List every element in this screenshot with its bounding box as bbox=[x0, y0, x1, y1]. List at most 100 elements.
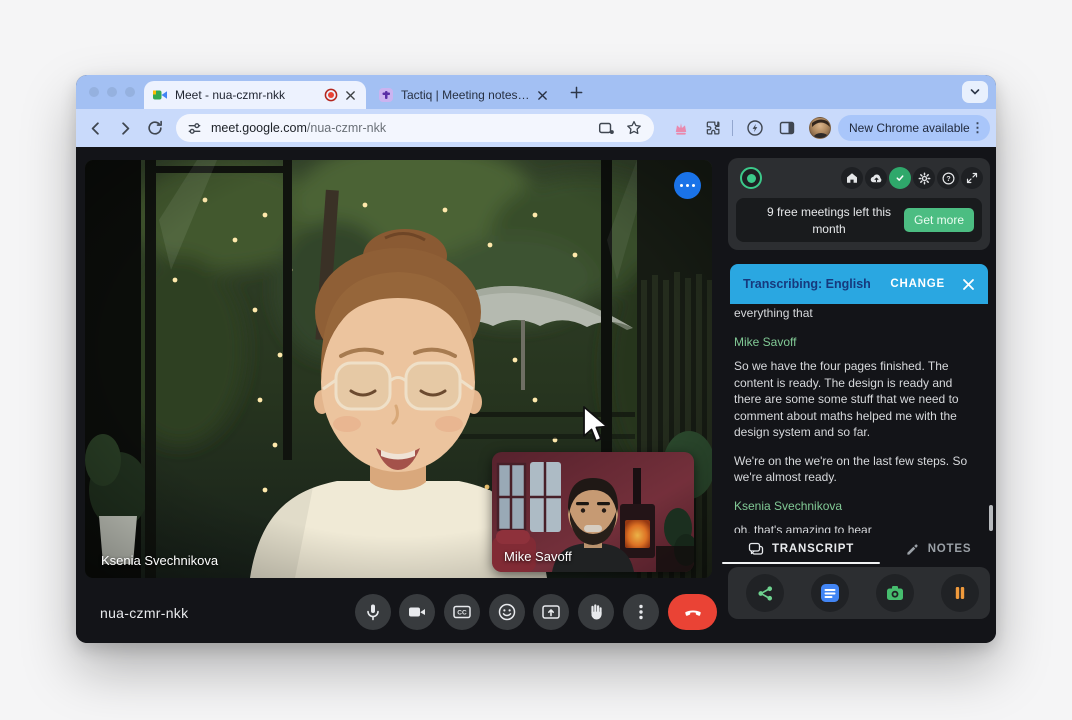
transcript-speaker: Ksenia Svechnikova bbox=[734, 498, 982, 515]
transcribing-banner: Transcribing: English CHANGE bbox=[730, 264, 988, 304]
reactions-button[interactable] bbox=[489, 594, 525, 630]
side-panel-icon[interactable] bbox=[776, 117, 798, 139]
meet-area: Ksenia Svechnikova bbox=[76, 147, 722, 643]
settings-gear-icon[interactable] bbox=[913, 167, 935, 189]
tab-title: Tactiq | Meeting notes powe bbox=[401, 88, 530, 102]
cloud-upload-icon[interactable] bbox=[865, 167, 887, 189]
transcribing-label: Transcribing: English bbox=[743, 277, 871, 291]
pencil-icon bbox=[905, 542, 920, 557]
meet-control-bar: nua-czmr-nkk bbox=[76, 583, 722, 643]
update-chrome-button[interactable]: New Chrome available ⋮ bbox=[838, 115, 990, 141]
transcript-panel[interactable]: everything that Mike Savoff So we have t… bbox=[734, 305, 982, 533]
url-bar[interactable]: meet.google.com/nua-czmr-nkk bbox=[176, 114, 654, 142]
tab-notes[interactable]: NOTES bbox=[880, 535, 996, 563]
raise-hand-icon bbox=[585, 601, 607, 623]
pip-participant-name: Mike Savoff bbox=[504, 549, 572, 564]
transcript-scrollbar[interactable] bbox=[989, 505, 993, 531]
desktop: Meet - nua-czmr-nkk Tactiq | Meeting not… bbox=[0, 0, 1072, 720]
more-options-button[interactable] bbox=[623, 594, 659, 630]
tab-list-chevron-icon[interactable] bbox=[962, 81, 988, 103]
meet-favicon bbox=[152, 87, 168, 103]
pink-extension-icon[interactable] bbox=[670, 117, 692, 139]
tactiq-header-icons: ? bbox=[841, 167, 983, 189]
active-tab-underline bbox=[722, 562, 880, 564]
forward-icon[interactable] bbox=[114, 117, 136, 139]
screenshot-button[interactable] bbox=[876, 574, 914, 612]
present-button[interactable] bbox=[533, 594, 569, 630]
site-tune-icon[interactable] bbox=[186, 120, 203, 137]
main-video-tile: Ksenia Svechnikova bbox=[85, 160, 712, 578]
tab-title: Meet - nua-czmr-nkk bbox=[175, 88, 318, 102]
browser-window: Meet - nua-czmr-nkk Tactiq | Meeting not… bbox=[76, 75, 996, 643]
transcript-message: We're on the we're on the last few steps… bbox=[734, 453, 982, 486]
shield-check-icon[interactable] bbox=[889, 167, 911, 189]
expand-icon[interactable] bbox=[961, 167, 983, 189]
zoom-window-button[interactable] bbox=[125, 87, 135, 97]
notes-doc-button[interactable] bbox=[811, 574, 849, 612]
update-chrome-label: New Chrome available bbox=[849, 121, 970, 135]
transcript-message: oh, that's amazing to hear bbox=[734, 522, 982, 533]
chat-bubbles-icon bbox=[748, 541, 764, 557]
new-tab-icon[interactable] bbox=[568, 84, 585, 101]
page-content: Ksenia Svechnikova bbox=[76, 147, 996, 643]
tab-transcript-label: TRANSCRIPT bbox=[772, 543, 854, 555]
tactiq-header-panel: ? 9 free meetings left this month Get mo… bbox=[728, 158, 990, 250]
browser-menu-icon[interactable]: ⋮ bbox=[971, 120, 984, 136]
get-more-button[interactable]: Get more bbox=[904, 208, 974, 232]
tab-transcript[interactable]: TRANSCRIPT bbox=[722, 535, 880, 563]
url-text[interactable]: meet.google.com/nua-czmr-nkk bbox=[211, 121, 386, 135]
end-call-button[interactable] bbox=[668, 594, 717, 630]
help-icon[interactable]: ? bbox=[937, 167, 959, 189]
end-call-icon bbox=[682, 601, 704, 623]
more-vert-icon bbox=[630, 601, 652, 623]
transcript-message: So we have the four pages finished. The … bbox=[734, 358, 982, 441]
close-tab-icon[interactable] bbox=[535, 88, 550, 103]
tab-capture-icon[interactable] bbox=[596, 118, 616, 138]
close-banner-icon[interactable] bbox=[961, 277, 975, 291]
sidebar-action-bar bbox=[728, 567, 990, 619]
toolbar-divider bbox=[732, 120, 733, 136]
minimize-window-button[interactable] bbox=[107, 87, 117, 97]
close-window-button[interactable] bbox=[89, 87, 99, 97]
sidebar-tabs: TRANSCRIPT NOTES bbox=[722, 535, 996, 563]
main-participant-name: Ksenia Svechnikova bbox=[101, 553, 218, 568]
back-icon[interactable] bbox=[84, 117, 106, 139]
tab-tactiq[interactable]: Tactiq | Meeting notes powe bbox=[370, 81, 558, 109]
present-icon bbox=[540, 601, 562, 623]
reload-icon[interactable] bbox=[144, 117, 166, 139]
videocam-icon bbox=[406, 601, 428, 623]
mic-button[interactable] bbox=[355, 594, 391, 630]
screenshot-camera-icon bbox=[885, 583, 905, 603]
change-language-button[interactable]: CHANGE bbox=[890, 278, 945, 290]
tactiq-sidebar: ? 9 free meetings left this month Get mo… bbox=[722, 147, 996, 643]
share-button[interactable] bbox=[746, 574, 784, 612]
home-icon[interactable] bbox=[841, 167, 863, 189]
tab-strip: Meet - nua-czmr-nkk Tactiq | Meeting not… bbox=[76, 75, 996, 109]
url-path: /nua-czmr-nkk bbox=[307, 121, 386, 135]
tab-notes-label: NOTES bbox=[928, 543, 972, 555]
pause-icon bbox=[950, 583, 970, 603]
pause-button[interactable] bbox=[941, 574, 979, 612]
doc-icon bbox=[819, 582, 841, 604]
extensions-puzzle-icon[interactable] bbox=[702, 117, 724, 139]
url-domain: meet.google.com bbox=[211, 121, 307, 135]
transcript-message: everything that bbox=[734, 305, 982, 322]
pip-video-tile[interactable]: Mike Savoff bbox=[492, 452, 694, 572]
free-meetings-banner: 9 free meetings left this month Get more bbox=[736, 198, 982, 242]
free-meetings-text: 9 free meetings left this month bbox=[750, 204, 908, 238]
tactiq-favicon bbox=[378, 87, 394, 103]
close-tab-icon[interactable] bbox=[343, 88, 358, 103]
camera-button[interactable] bbox=[399, 594, 435, 630]
recording-indicator-icon bbox=[323, 88, 338, 103]
chat-bubble-badge[interactable] bbox=[674, 172, 701, 199]
transcript-speaker: Mike Savoff bbox=[734, 334, 982, 351]
raise-hand-button[interactable] bbox=[578, 594, 614, 630]
captions-icon: CC bbox=[451, 601, 473, 623]
captions-button[interactable]: CC bbox=[444, 594, 480, 630]
performance-icon[interactable] bbox=[744, 117, 766, 139]
mic-icon bbox=[362, 601, 384, 623]
bookmark-star-icon[interactable] bbox=[624, 118, 644, 138]
window-traffic-lights[interactable] bbox=[89, 87, 135, 97]
profile-avatar[interactable] bbox=[809, 117, 831, 139]
tab-meet[interactable]: Meet - nua-czmr-nkk bbox=[144, 81, 366, 109]
